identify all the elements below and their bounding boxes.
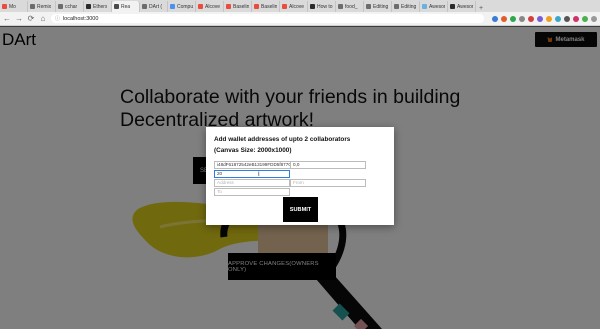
back-icon[interactable]: ← (3, 14, 11, 23)
browser-tab[interactable]: Baseline (224, 1, 252, 12)
collaborator-1-to-input[interactable]: 20 (214, 170, 290, 178)
tab-favicon-icon (422, 4, 427, 9)
tab-favicon-icon (226, 4, 231, 9)
browser-tab[interactable]: Mo (0, 1, 28, 12)
tab-favicon-icon (198, 4, 203, 9)
tab-label: Editing (401, 3, 417, 10)
browser-tab[interactable]: Rea (112, 1, 140, 12)
browser-tab[interactable]: Compu (168, 1, 196, 12)
browser-tab[interactable]: Remix (28, 1, 56, 12)
tab-favicon-icon (114, 4, 119, 9)
browser-tab[interactable]: food_ (336, 1, 364, 12)
address-bar[interactable]: ⓘ localhost:3000 (50, 14, 485, 23)
tab-label: Remix (37, 3, 52, 10)
browser-tab[interactable]: DArt ( (140, 1, 168, 12)
text-cursor-icon: I (258, 172, 260, 178)
tab-label: Compu (177, 3, 193, 10)
collaborator-2-address-input[interactable]: Address (214, 179, 290, 187)
tab-favicon-icon (310, 4, 315, 9)
tab-label: Editing (373, 3, 389, 10)
extension-icon[interactable] (582, 15, 589, 22)
browser-tab[interactable]: Ethers (84, 1, 112, 12)
browser-tab[interactable]: Baseline (252, 1, 280, 12)
collaborator-2-to-input[interactable]: To (214, 188, 290, 196)
tab-favicon-icon (170, 4, 175, 9)
browser-tab[interactable]: cchar (56, 1, 84, 12)
tab-label: cchar (65, 3, 78, 10)
tab-label: Rea (121, 3, 131, 10)
extension-icon[interactable] (528, 15, 535, 22)
extension-icon[interactable] (519, 15, 526, 22)
modal-title-line-2: (Canvas Size: 2000x1000) (214, 147, 292, 154)
tab-label: How to (317, 3, 333, 10)
browser-toolbar: ← → ⟳ ⌂ ⓘ localhost:3000 (0, 12, 600, 26)
extension-icon[interactable] (546, 15, 553, 22)
tab-label: Baseline (233, 3, 249, 10)
tab-label: Ethers (93, 3, 108, 10)
browser-tab[interactable]: Aweson (420, 1, 448, 12)
new-tab-button[interactable]: + (476, 5, 486, 12)
tab-label: Aweson (429, 3, 445, 10)
extension-icon[interactable] (501, 15, 508, 22)
home-icon[interactable]: ⌂ (39, 14, 47, 23)
modal-title-line-1: Add wallet addresses of upto 2 collabora… (214, 136, 351, 143)
tab-favicon-icon (254, 4, 259, 9)
browser-tab[interactable]: Alcove (196, 1, 224, 12)
collaborators-modal: Add wallet addresses of upto 2 collabora… (206, 127, 394, 225)
extension-icon[interactable] (492, 15, 499, 22)
browser-tab[interactable]: Editing (392, 1, 420, 12)
tab-favicon-icon (142, 4, 147, 9)
extension-icon[interactable] (510, 15, 517, 22)
browser-tab-strip: Mo Remix cchar Ethers Rea DArt ( Compu Alcove Ba… (0, 0, 600, 12)
tab-favicon-icon (282, 4, 287, 9)
tab-favicon-icon (58, 4, 63, 9)
tab-label: Alcove (289, 3, 305, 10)
browser-tab[interactable]: How to (308, 1, 336, 12)
tab-favicon-icon (30, 4, 35, 9)
tab-label: Alcove (205, 3, 221, 10)
extension-icon[interactable] (591, 15, 598, 22)
browser-tab[interactable]: Aweson (448, 1, 476, 12)
tab-label: DArt ( (149, 3, 163, 10)
submit-button[interactable]: SUBMIT (283, 197, 318, 222)
tab-favicon-icon (2, 4, 7, 9)
extension-icon[interactable] (573, 15, 580, 22)
extension-icon[interactable] (537, 15, 544, 22)
tab-favicon-icon (394, 4, 399, 9)
tab-favicon-icon (338, 4, 343, 9)
tab-label: food_ (345, 3, 358, 10)
extensions-area (492, 15, 598, 22)
tab-label: Mo (9, 3, 16, 10)
extension-icon[interactable] (564, 15, 571, 22)
tab-favicon-icon (366, 4, 371, 9)
tab-favicon-icon (86, 4, 91, 9)
tab-favicon-icon (450, 4, 455, 9)
info-icon[interactable]: ⓘ (55, 15, 60, 22)
modal-title: Add wallet addresses of upto 2 collabora… (214, 134, 350, 156)
forward-icon[interactable]: → (15, 14, 23, 23)
browser-tab[interactable]: Editing (364, 1, 392, 12)
address-bar-url: localhost:3000 (62, 15, 99, 22)
collaborator-2-from-input[interactable]: From (290, 179, 366, 187)
tab-label: Baseline (261, 3, 277, 10)
extension-icon[interactable] (555, 15, 562, 22)
tab-label: Aweson (457, 3, 473, 10)
browser-tab[interactable]: Alcove (280, 1, 308, 12)
reload-icon[interactable]: ⟳ (27, 14, 35, 23)
collaborator-1-address-input[interactable]: i48dF61872542eB13199FDD5f877O (214, 161, 294, 169)
collaborator-1-from-input[interactable]: 0,0 (290, 161, 366, 169)
